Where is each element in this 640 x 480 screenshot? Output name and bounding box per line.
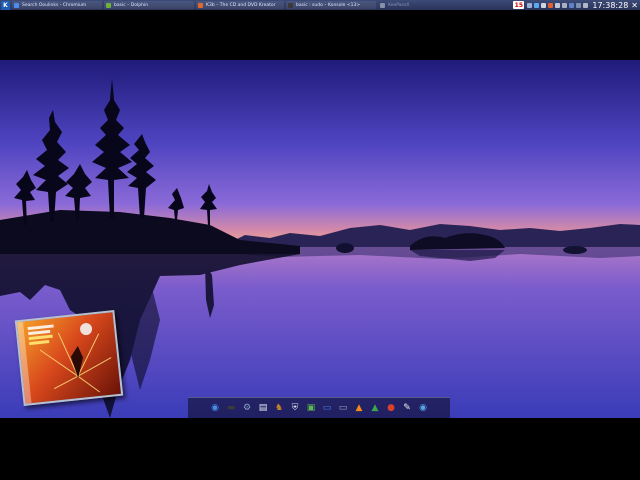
desktop: ◉ ▬ ⚙ ▤ ♞ ⛨ ▣ ▭ ▭ ▲ ▲ ● ✎ ◉ bbox=[0, 60, 640, 418]
media-player-icon[interactable]: ● bbox=[385, 402, 398, 415]
display-tray-icon[interactable] bbox=[576, 2, 582, 8]
cd-artwork bbox=[27, 323, 112, 393]
photos-icon[interactable]: ▲ bbox=[369, 402, 382, 415]
taskbar: K Search Ooulinks - Chromium basic – Dol… bbox=[0, 0, 640, 10]
application-dock: ◉ ▬ ⚙ ▤ ♞ ⛨ ▣ ▭ ▭ ▲ ▲ ● ✎ ◉ bbox=[188, 397, 450, 418]
task-label: K3b – The CD and DVD Kreator bbox=[206, 2, 276, 8]
text-editor-icon[interactable]: ▤ bbox=[257, 402, 270, 415]
konsole-icon bbox=[288, 2, 293, 8]
vlc-icon[interactable]: ▲ bbox=[353, 402, 366, 415]
monitor-icon[interactable]: ▭ bbox=[321, 402, 334, 415]
task-keepassx[interactable]: KeePassX bbox=[378, 1, 442, 9]
power-icon[interactable] bbox=[583, 2, 589, 8]
settings-gear-icon[interactable]: ⚙ bbox=[241, 402, 254, 415]
calendar-icon[interactable]: 15 bbox=[513, 1, 525, 9]
bluetooth-icon[interactable] bbox=[569, 2, 575, 8]
notes-icon[interactable]: ✎ bbox=[401, 402, 414, 415]
shield-icon[interactable]: ⛨ bbox=[289, 402, 302, 415]
chromium-icon bbox=[14, 2, 19, 8]
keepassx-icon bbox=[380, 2, 385, 8]
task-label: Search Ooulinks - Chromium bbox=[22, 2, 87, 8]
clock[interactable]: 17:38:28 bbox=[592, 1, 628, 10]
sudo-terminal-icon[interactable]: ▬ bbox=[225, 402, 238, 415]
disc-burner-icon[interactable]: ◉ bbox=[417, 402, 430, 415]
task-dolphin[interactable]: basic – Dolphin bbox=[104, 1, 194, 9]
task-label: basic – Dolphin bbox=[114, 2, 149, 8]
volume-icon[interactable] bbox=[562, 2, 568, 8]
task-k3b[interactable]: K3b – The CD and DVD Kreator bbox=[196, 1, 284, 9]
display-icon[interactable]: ▭ bbox=[337, 402, 350, 415]
chromium-icon[interactable]: ◉ bbox=[209, 402, 222, 415]
k-menu-button[interactable]: K bbox=[1, 0, 10, 10]
image-viewer-icon[interactable]: ▣ bbox=[305, 402, 318, 415]
update-icon[interactable] bbox=[534, 2, 540, 8]
task-label: basic : sudo – Konsole <13> bbox=[296, 2, 361, 8]
notification-icon[interactable] bbox=[548, 2, 554, 8]
battery-icon[interactable] bbox=[555, 2, 561, 8]
system-tray: 15 17:38:28 ✕ bbox=[513, 0, 640, 10]
close-icon[interactable]: ✕ bbox=[631, 1, 638, 10]
task-label: KeePassX bbox=[388, 2, 410, 8]
k3b-cd-cover-widget[interactable] bbox=[14, 310, 124, 406]
network-icon[interactable] bbox=[527, 2, 533, 8]
dolphin-icon bbox=[106, 2, 111, 8]
k3b-icon bbox=[198, 2, 203, 8]
task-konsole[interactable]: basic : sudo – Konsole <13> bbox=[286, 1, 376, 9]
clipboard-icon[interactable] bbox=[541, 2, 547, 8]
task-chromium[interactable]: Search Ooulinks - Chromium bbox=[12, 1, 102, 9]
launcher-icon[interactable]: ♞ bbox=[273, 402, 286, 415]
